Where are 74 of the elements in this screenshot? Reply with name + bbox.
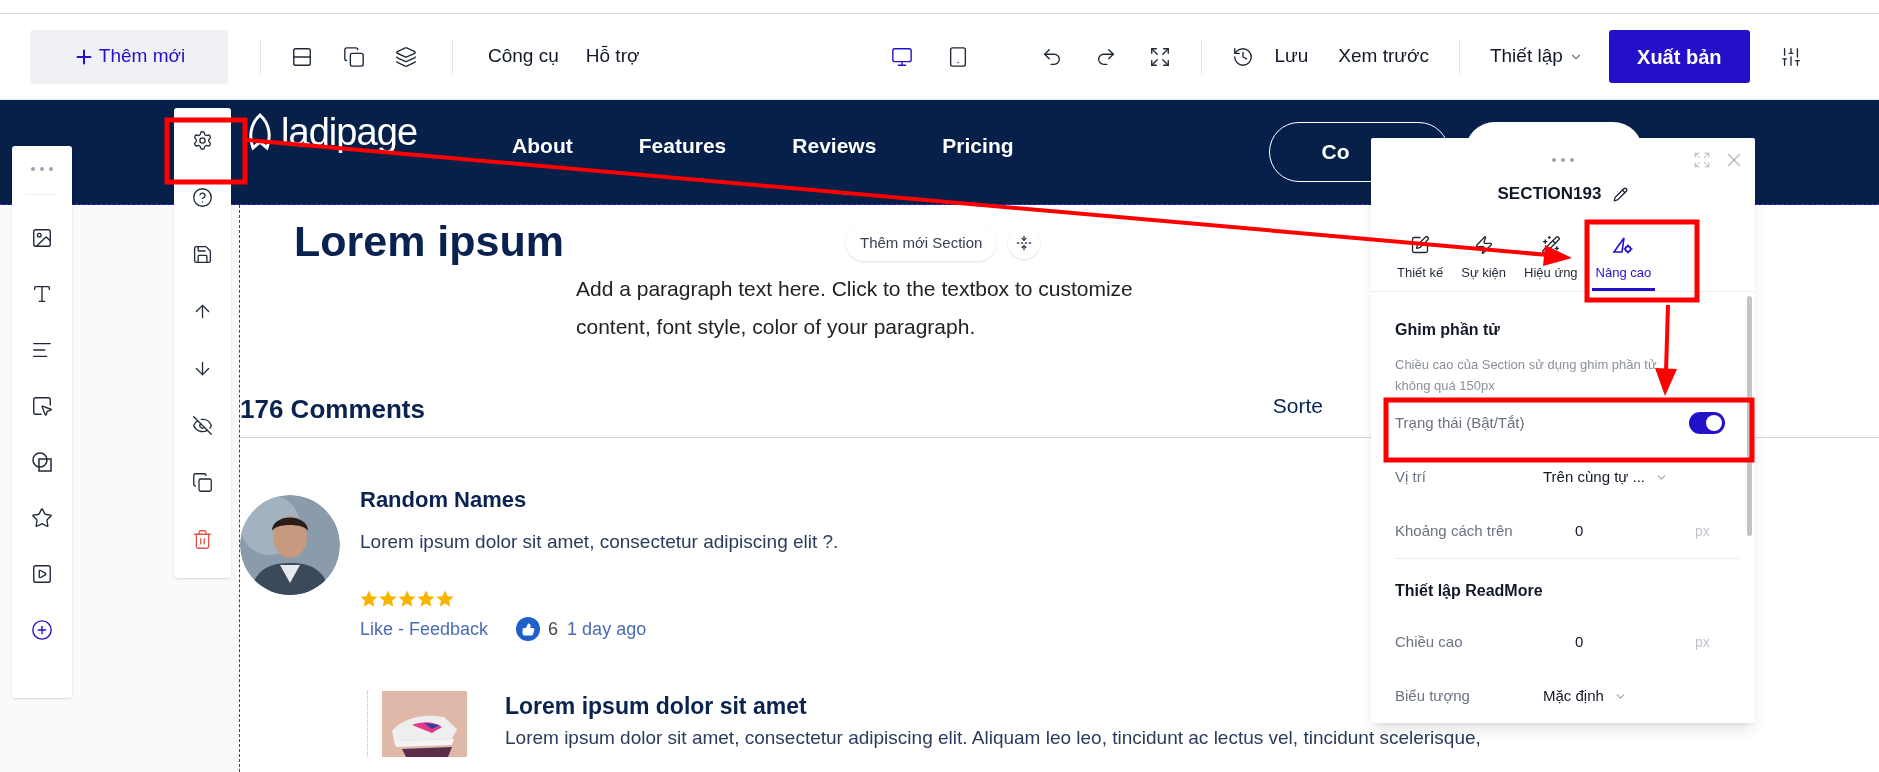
duplicate-icon[interactable] — [192, 472, 213, 493]
resize-button[interactable] — [1008, 227, 1041, 259]
drag-handle-icon[interactable] — [1552, 155, 1574, 165]
menu-item[interactable]: Hỗ trợ — [585, 42, 640, 71]
unit-label: px — [1695, 632, 1710, 652]
select-field[interactable]: Trên cùng tự ... — [1543, 465, 1669, 489]
scrollbar[interactable] — [1747, 296, 1752, 536]
add-circle-icon[interactable] — [31, 619, 53, 641]
drag-handle-icon[interactable] — [31, 164, 53, 174]
hero-paragraph: Add a paragraph text here. Click to the textbox to customize content, font style, color of your paragraph. — [576, 276, 1134, 340]
panel-tab[interactable]: Sự kiện — [1457, 234, 1511, 291]
commenter-name: Random Names — [360, 486, 528, 514]
cursor-box-icon[interactable] — [31, 395, 53, 417]
panel-tab[interactable]: Nâng cao — [1591, 234, 1656, 291]
select-field[interactable]: Mặc định — [1543, 684, 1627, 708]
fullscreen-icon[interactable] — [1149, 45, 1172, 68]
logo-text: ladipage — [281, 109, 418, 155]
panel-tab[interactable]: Hiệu ứng — [1520, 234, 1582, 291]
lightning-icon — [1473, 234, 1494, 255]
section-heading: Ghim phần tử — [1395, 320, 1501, 340]
unit-label: px — [1695, 521, 1710, 541]
publish-button[interactable]: Xuất bản — [1608, 30, 1750, 83]
edit-icon[interactable] — [1613, 186, 1629, 202]
hero-heading: Lorem ipsum — [294, 216, 564, 266]
comments-count: 176 Comments — [240, 393, 425, 426]
preview-button[interactable]: Xem trước — [1338, 42, 1429, 71]
number-field[interactable]: 0 — [1575, 630, 1665, 654]
row-label: Trạng thái (Bật/Tắt) — [1395, 412, 1525, 433]
like-icon[interactable] — [516, 617, 541, 641]
add-new-button[interactable]: Thêm mới — [30, 29, 228, 84]
monitor-icon — [891, 45, 914, 68]
video-icon[interactable] — [31, 563, 53, 585]
panel-title: SECTION193 — [1497, 183, 1602, 206]
sliders-icon[interactable] — [1779, 45, 1802, 68]
sections-icon[interactable] — [291, 45, 313, 68]
pencil-square-icon — [1410, 234, 1431, 255]
row-label: Chiều cao — [1395, 631, 1464, 652]
row-label: Vị trí — [1395, 466, 1427, 487]
help-icon[interactable] — [192, 187, 213, 208]
image-icon[interactable] — [31, 227, 53, 249]
hide-icon[interactable] — [192, 415, 213, 436]
nav-link[interactable]: About — [512, 130, 573, 162]
menu-item[interactable]: Công cụ — [488, 42, 559, 71]
pages-icon[interactable] — [343, 45, 365, 68]
comment-time: 1 day ago — [567, 618, 647, 641]
history-icon[interactable] — [1232, 45, 1255, 68]
save-button[interactable]: Lưu — [1274, 42, 1309, 71]
feedback-link[interactable]: Like - Feedback — [360, 617, 489, 641]
shapes-icon[interactable] — [31, 451, 53, 473]
nav-link[interactable]: Features — [638, 130, 727, 162]
layers-icon[interactable] — [395, 45, 417, 68]
toggle-switch[interactable] — [1689, 412, 1725, 434]
nav-link[interactable]: Reviews — [792, 130, 877, 162]
like-count: 6 — [548, 618, 559, 641]
nav-link[interactable]: Pricing — [942, 130, 1014, 162]
section-heading: Thiết lập ReadMore — [1395, 581, 1544, 601]
comment-text: Lorem ipsum dolor sit amet, consectetur adipiscing elit ?. — [360, 530, 839, 554]
number-field[interactable]: 0 — [1575, 519, 1665, 543]
section-note: Chiều cao của Section sử dụng ghim phần tử không quá 150px — [1395, 356, 1658, 395]
trash-icon[interactable] — [192, 529, 213, 550]
settings-dropdown[interactable]: Thiết lập — [1489, 42, 1583, 71]
add-section-button[interactable]: Thêm mới Section — [846, 225, 997, 261]
magic-wand-icon — [1540, 234, 1561, 255]
product-title: Lorem ipsum dolor sit amet — [505, 692, 807, 721]
save-icon[interactable] — [192, 244, 213, 265]
panel-tab[interactable]: Thiết kế — [1393, 234, 1448, 291]
star-icon[interactable] — [31, 507, 53, 529]
product-text: Lorem ipsum dolor sit amet, consectetur adipiscing elit. Aliquam leo leo, tincidunt ac lectus vel, tincidunt scelerisque, — [505, 726, 1481, 750]
sort-label: Sorte — [1272, 393, 1323, 419]
row-label: Biểu tượng — [1395, 685, 1471, 706]
row-label: Khoảng cách trên — [1395, 520, 1514, 541]
settings-icon[interactable] — [192, 130, 213, 151]
resize-icon — [1016, 235, 1033, 251]
text-icon[interactable] — [31, 283, 53, 305]
